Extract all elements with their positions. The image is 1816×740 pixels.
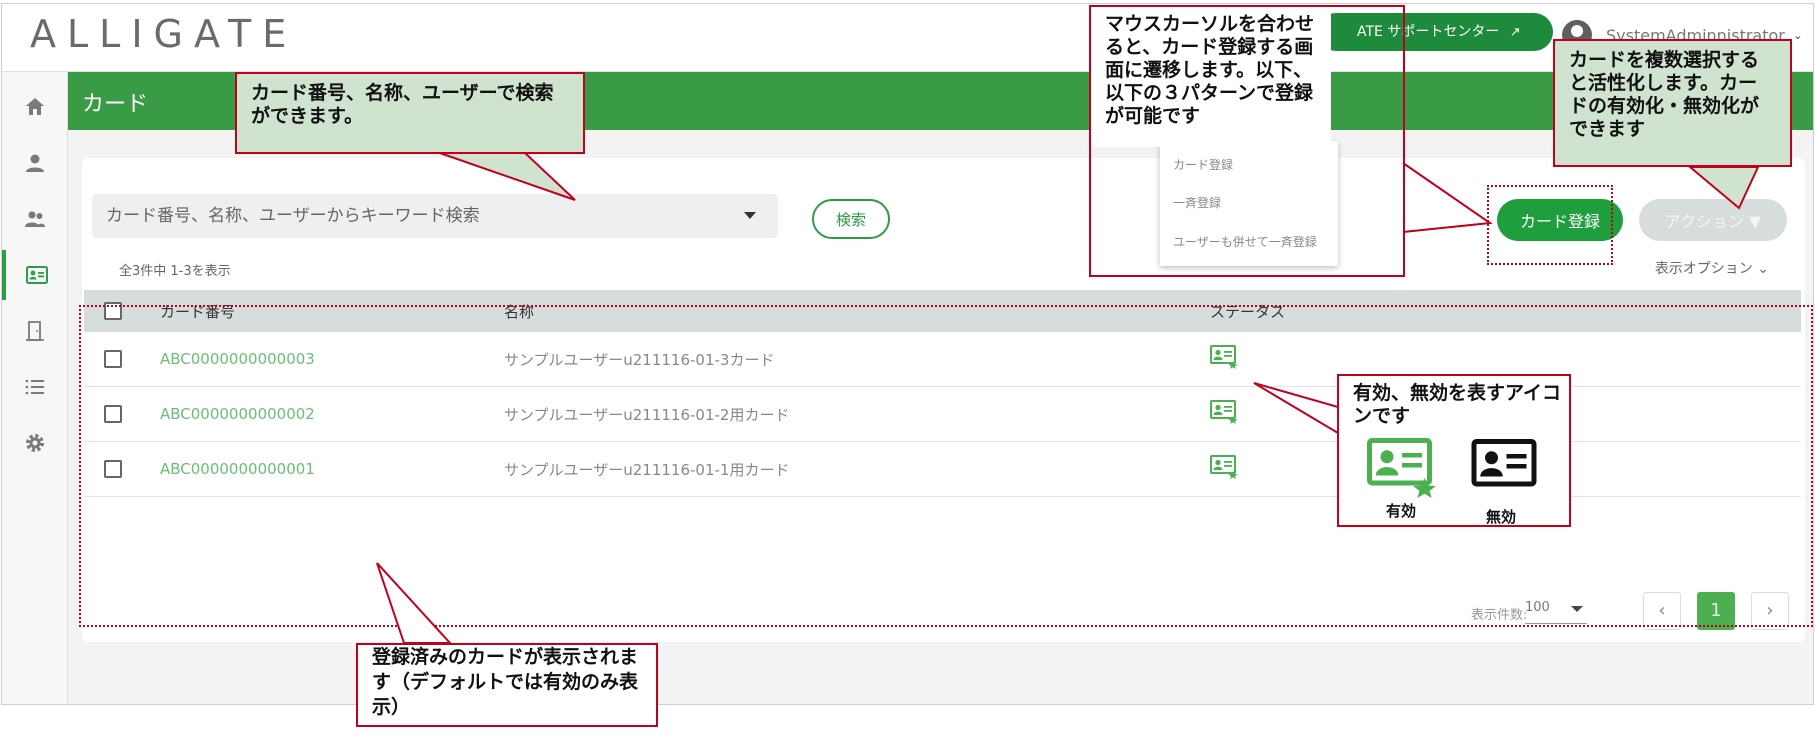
home-icon <box>26 98 44 115</box>
users-icon <box>25 211 45 227</box>
chevron-down-icon: ⌄ <box>1757 261 1769 277</box>
action-button[interactable]: アクション ▼ <box>1639 199 1787 241</box>
search-button[interactable]: 検索 <box>812 199 890 239</box>
chevron-down-icon: ⌄ <box>1792 28 1803 42</box>
legend-active-label: 有効 <box>1386 502 1417 520</box>
search-box <box>92 194 778 238</box>
display-options-label: 表示オプション <box>1654 261 1753 277</box>
list-annotation: 登録済みのカードが表示されます（デフォルトでは有効のみ表示） <box>356 643 658 727</box>
search-dropdown-icon[interactable] <box>744 212 756 219</box>
sidebar-item-home[interactable] <box>2 82 68 132</box>
list-icon <box>25 379 44 395</box>
id-card-icon <box>26 266 48 284</box>
register-highlight <box>1487 185 1613 265</box>
action-annotation: カードを複数選択すると活性化します。カードの有効化・無効化ができます <box>1553 39 1792 167</box>
search-input[interactable] <box>92 194 732 238</box>
sidebar-item-users[interactable] <box>2 194 68 244</box>
sidebar-item-user[interactable] <box>2 138 68 188</box>
sidebar-item-settings[interactable] <box>2 418 68 468</box>
sidebar-item-doors[interactable] <box>2 306 68 356</box>
gear-icon <box>26 434 44 452</box>
register-annotation-frame: マウスカーソルを合わせると、カード登録する画面に遷移します。以下、以下の３パター… <box>1089 5 1405 277</box>
status-annotation: 有効、無効を表すアイコンです 有効 無効 <box>1337 374 1571 527</box>
sidebar-item-cards[interactable] <box>2 250 68 300</box>
app-logo: ALLIGATE <box>30 12 298 56</box>
legend-inactive-label: 無効 <box>1486 508 1517 526</box>
top-bar: ALLIGATE ATE サポートセンター ↗ SystemAdminnistr… <box>2 4 1813 72</box>
legend-active-sample <box>1363 438 1441 498</box>
card-inactive-icon <box>1471 439 1537 487</box>
card-active-icon <box>1367 438 1436 498</box>
stage: ALLIGATE ATE サポートセンター ↗ SystemAdminnistr… <box>0 0 1816 740</box>
status-annotation-text: 有効、無効を表すアイコンです <box>1353 382 1562 427</box>
external-link-icon: ↗ <box>1509 25 1521 40</box>
result-count: 全3件中 1-3を表示 <box>119 264 231 279</box>
page-title: カード <box>82 92 149 117</box>
register-annotation: マウスカーソルを合わせると、カード登録する画面に遷移します。以下、以下の３パター… <box>1091 7 1331 147</box>
door-icon <box>26 321 44 341</box>
sidebar-item-logs[interactable] <box>2 362 68 412</box>
sidebar <box>2 72 68 704</box>
user-icon <box>26 154 44 172</box>
search-annotation: カード番号、名称、ユーザーで検索ができます。 <box>235 72 585 154</box>
legend-inactive-sample <box>1465 434 1543 494</box>
display-options-toggle[interactable]: 表示オプション ⌄ <box>1655 258 1769 278</box>
